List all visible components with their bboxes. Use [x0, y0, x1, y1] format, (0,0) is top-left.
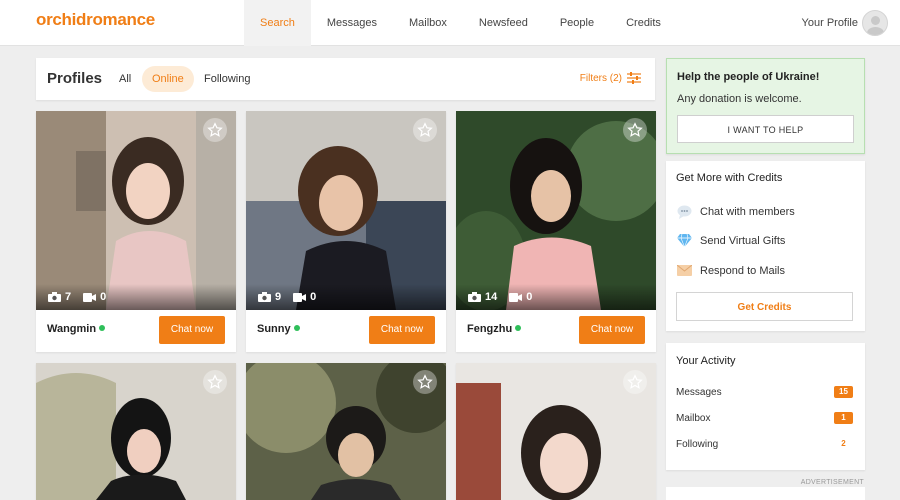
- activity-row-label: Following: [676, 439, 719, 450]
- credits-item-label: Respond to Mails: [700, 264, 785, 277]
- camera-icon: [258, 292, 271, 302]
- activity-row-label: Messages: [676, 387, 722, 398]
- profile-card[interactable]: 9 0 Sunny Chat now: [246, 111, 446, 352]
- photo-count: 7: [65, 291, 72, 303]
- site-logo[interactable]: orchidromance: [36, 10, 155, 30]
- profile-name-text: Fengzhu: [467, 323, 513, 335]
- media-stats: 14 0: [456, 284, 656, 310]
- filters-button[interactable]: Filters (2): [580, 72, 641, 84]
- activity-panel: Your Activity Messages 15 Mailbox 1 Foll…: [666, 343, 865, 470]
- credits-item-chat: Chat with members: [677, 204, 795, 219]
- envelope-icon: [677, 263, 692, 278]
- credits-panel: Get More with Credits Chat with members …: [666, 161, 865, 331]
- ukraine-subtitle: Any donation is welcome.: [677, 93, 802, 105]
- activity-title: Your Activity: [676, 355, 736, 367]
- chat-now-button[interactable]: Chat now: [159, 316, 225, 344]
- profile-name[interactable]: Wangmin: [47, 323, 106, 335]
- nav-mailbox[interactable]: Mailbox: [393, 0, 463, 46]
- credits-item-mails: Respond to Mails: [677, 263, 785, 278]
- profile-name[interactable]: Fengzhu: [467, 323, 522, 335]
- favorite-star-icon[interactable]: [413, 118, 437, 142]
- online-indicator: [99, 325, 106, 331]
- advertisement-label: ADVERTISEMENT: [800, 479, 864, 486]
- photo-count: 14: [485, 291, 498, 303]
- activity-row-label: Mailbox: [676, 413, 711, 424]
- get-credits-button[interactable]: Get Credits: [676, 292, 853, 321]
- profile-name-text: Wangmin: [47, 323, 97, 335]
- profiles-filter-bar: Profiles All Online Following Filters (2…: [36, 58, 655, 100]
- nav-messages[interactable]: Messages: [311, 0, 393, 46]
- profile-card[interactable]: [36, 363, 236, 500]
- favorite-star-icon[interactable]: [203, 118, 227, 142]
- video-icon: [293, 292, 307, 302]
- camera-icon: [48, 292, 61, 302]
- favorite-star-icon[interactable]: [413, 370, 437, 394]
- nav-search[interactable]: Search: [244, 0, 311, 46]
- top-navigation-bar: orchidromance Search Messages Mailbox Ne…: [0, 0, 900, 46]
- avatar[interactable]: [862, 10, 888, 36]
- nav-newsfeed[interactable]: Newsfeed: [463, 0, 544, 46]
- video-icon: [83, 292, 97, 302]
- tab-following[interactable]: Following: [194, 66, 260, 92]
- photo-count: 9: [275, 291, 282, 303]
- i-want-to-help-button[interactable]: I WANT TO HELP: [677, 115, 854, 143]
- favorite-star-icon[interactable]: [203, 370, 227, 394]
- credits-item-gifts: Send Virtual Gifts: [677, 233, 785, 248]
- page-title: Profiles: [47, 70, 103, 87]
- activity-row-following[interactable]: Following 2: [676, 439, 853, 450]
- sliders-icon: [627, 72, 641, 84]
- count-badge: 1: [834, 412, 853, 424]
- nav-credits[interactable]: Credits: [610, 0, 677, 46]
- favorite-star-icon[interactable]: [623, 118, 647, 142]
- online-indicator: [515, 325, 522, 331]
- profile-photo[interactable]: [246, 111, 446, 310]
- profile-card[interactable]: 7 0 Wangmin Chat now: [36, 111, 236, 352]
- activity-row-messages[interactable]: Messages 15: [676, 386, 853, 398]
- ukraine-donation-panel: Help the people of Ukraine! Any donation…: [666, 58, 865, 154]
- video-icon: [509, 292, 523, 302]
- profile-name[interactable]: Sunny: [257, 323, 300, 335]
- video-count: 0: [526, 291, 533, 303]
- credits-item-label: Chat with members: [700, 205, 795, 218]
- advertisement-slot[interactable]: [666, 487, 865, 500]
- favorite-star-icon[interactable]: [623, 370, 647, 394]
- your-profile-link[interactable]: Your Profile: [802, 0, 858, 46]
- chat-now-button[interactable]: Chat now: [369, 316, 435, 344]
- profile-name-text: Sunny: [257, 323, 291, 335]
- profile-photo[interactable]: [36, 111, 236, 310]
- credits-item-label: Send Virtual Gifts: [700, 234, 786, 247]
- main-nav: Search Messages Mailbox Newsfeed People …: [244, 0, 677, 46]
- media-stats: 9 0: [246, 284, 446, 310]
- diamond-icon: [677, 233, 692, 248]
- tab-online[interactable]: Online: [142, 66, 194, 92]
- card-footer: Fengzhu Chat now: [456, 310, 656, 352]
- profile-card[interactable]: 14 0 Fengzhu Chat now: [456, 111, 656, 352]
- nav-people[interactable]: People: [544, 0, 610, 46]
- profile-card[interactable]: [456, 363, 656, 500]
- ukraine-title: Help the people of Ukraine!: [677, 71, 820, 83]
- filters-label: Filters (2): [579, 72, 622, 84]
- profile-photo[interactable]: [456, 111, 656, 310]
- chat-bubble-icon: [677, 204, 692, 219]
- media-stats: 7 0: [36, 284, 236, 310]
- tab-all[interactable]: All: [109, 66, 141, 92]
- camera-icon: [468, 292, 481, 302]
- profile-card[interactable]: [246, 363, 446, 500]
- video-count: 0: [310, 291, 317, 303]
- card-footer: Wangmin Chat now: [36, 310, 236, 352]
- video-count: 0: [100, 291, 107, 303]
- online-indicator: [293, 325, 300, 331]
- chat-now-button[interactable]: Chat now: [579, 316, 645, 344]
- card-footer: Sunny Chat now: [246, 310, 446, 352]
- count-badge: 15: [834, 386, 853, 398]
- count-badge: 2: [841, 439, 846, 448]
- credits-title: Get More with Credits: [676, 172, 783, 184]
- activity-row-mailbox[interactable]: Mailbox 1: [676, 412, 853, 424]
